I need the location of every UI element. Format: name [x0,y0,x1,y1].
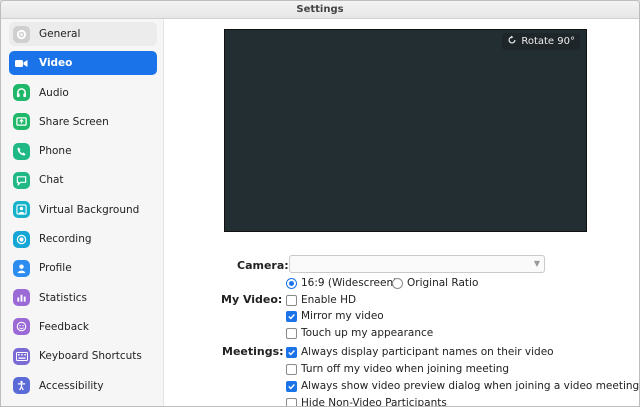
chat-icon [13,171,30,189]
checkbox-control[interactable] [286,310,297,322]
window-title: Settings [1,1,639,19]
sidebar-item-label: Phone [39,145,72,158]
sidebar-item-label: Recording [39,233,92,246]
always-names-label: Always display participant names on thei… [301,346,554,358]
sidebar-item-label: General [39,28,81,40]
ratio-original-label: Original Ratio [407,277,479,289]
meetings-label: Meetings: [222,345,284,358]
checkbox-control[interactable] [286,380,297,392]
sidebar-item-label: Feedback [39,320,90,333]
video-preview: Rotate 90° [224,29,587,232]
touch-up-label: Touch up my appearance [301,327,434,339]
checkbox-control[interactable] [286,346,297,358]
enable-hd-label: Enable HD [301,294,357,306]
sidebar-item-virtual-background[interactable]: Virtual Background [9,198,157,222]
checkbox-control[interactable] [286,294,297,306]
checkmark-icon [288,313,295,320]
sidebar-item-accessibility[interactable]: Accessibility [9,374,157,398]
sidebar-item-label: Chat [39,174,64,187]
turn-off-video-label: Turn off my video when joining meeting [301,363,510,375]
sidebar-item-profile[interactable]: Profile [9,256,157,280]
hide-non-video-label: Hide Non-Video Participants [301,397,447,407]
share-screen-icon [13,113,30,131]
sidebar-item-chat[interactable]: Chat [9,168,157,192]
checkmark-icon [288,349,295,356]
preview-dialog-label: Always show video preview dialog when jo… [301,380,640,392]
sidebar-item-phone[interactable]: Phone [9,139,157,163]
my-video-label: My Video: [221,293,283,306]
sidebar-item-recording[interactable]: Recording [9,227,157,251]
video-settings-panel: Rotate 90° Camera: ▼ 16:9 (Widescreen) O… [165,19,639,406]
hide-non-video-checkbox[interactable]: Hide Non-Video Participants [286,397,447,407]
camera-select[interactable]: ▼ [289,255,545,273]
accessibility-icon [13,377,30,395]
touch-up-checkbox[interactable]: Touch up my appearance [286,327,433,339]
checkbox-control[interactable] [286,397,297,406]
sidebar-item-general[interactable]: General [9,22,157,46]
preview-dialog-checkbox[interactable]: Always show video preview dialog when jo… [286,380,639,392]
sidebar-item-label: Audio [39,86,69,99]
radio-control[interactable] [286,277,297,289]
ratio-original-radio[interactable]: Original Ratio [392,277,478,289]
gear-icon [13,25,30,43]
sidebar-item-label: Share Screen [39,115,109,128]
sidebar: General Video Audio Share Screen Phone C… [1,19,164,406]
sidebar-item-share-screen[interactable]: Share Screen [9,110,157,134]
video-camera-icon [13,54,30,72]
mirror-video-label: Mirror my video [301,310,384,322]
sidebar-item-audio[interactable]: Audio [9,81,157,105]
rotate-label: Rotate 90° [521,36,575,47]
sidebar-item-label: Profile [39,262,72,275]
profile-icon [13,259,30,277]
sidebar-item-keyboard-shortcuts[interactable]: Keyboard Shortcuts [9,344,157,368]
sidebar-item-feedback[interactable]: Feedback [9,315,157,339]
record-icon [13,230,30,248]
phone-icon [13,142,30,160]
ratio-widescreen-radio[interactable]: 16:9 (Widescreen) [286,277,397,289]
rotate-button[interactable]: Rotate 90° [502,33,580,50]
sidebar-item-label: Keyboard Shortcuts [39,350,142,363]
settings-window: Settings General Video Audio Share Scree… [0,0,640,407]
chevron-down-icon: ▼ [533,259,540,268]
enable-hd-checkbox[interactable]: Enable HD [286,294,356,306]
sidebar-item-video[interactable]: Video [9,51,157,76]
always-names-checkbox[interactable]: Always display participant names on thei… [286,346,554,358]
sidebar-item-label: Accessibility [39,379,104,392]
rotate-icon [507,35,517,48]
sidebar-item-label: Video [39,57,73,70]
checkbox-control[interactable] [286,327,297,339]
checkmark-icon [288,383,295,390]
mirror-video-checkbox[interactable]: Mirror my video [286,310,384,322]
sidebar-item-label: Virtual Background [39,203,140,216]
sidebar-item-statistics[interactable]: Statistics [9,286,157,310]
radio-control[interactable] [392,277,403,289]
camera-label: Camera: [237,259,289,272]
feedback-smiley-icon [13,318,30,336]
headphones-icon [13,84,30,102]
ratio-widescreen-label: 16:9 (Widescreen) [301,277,398,289]
turn-off-video-checkbox[interactable]: Turn off my video when joining meeting [286,363,509,375]
person-background-icon [13,201,30,219]
keyboard-icon [13,347,30,365]
statistics-icon [13,289,30,307]
sidebar-item-label: Statistics [39,291,87,304]
checkbox-control[interactable] [286,363,297,375]
